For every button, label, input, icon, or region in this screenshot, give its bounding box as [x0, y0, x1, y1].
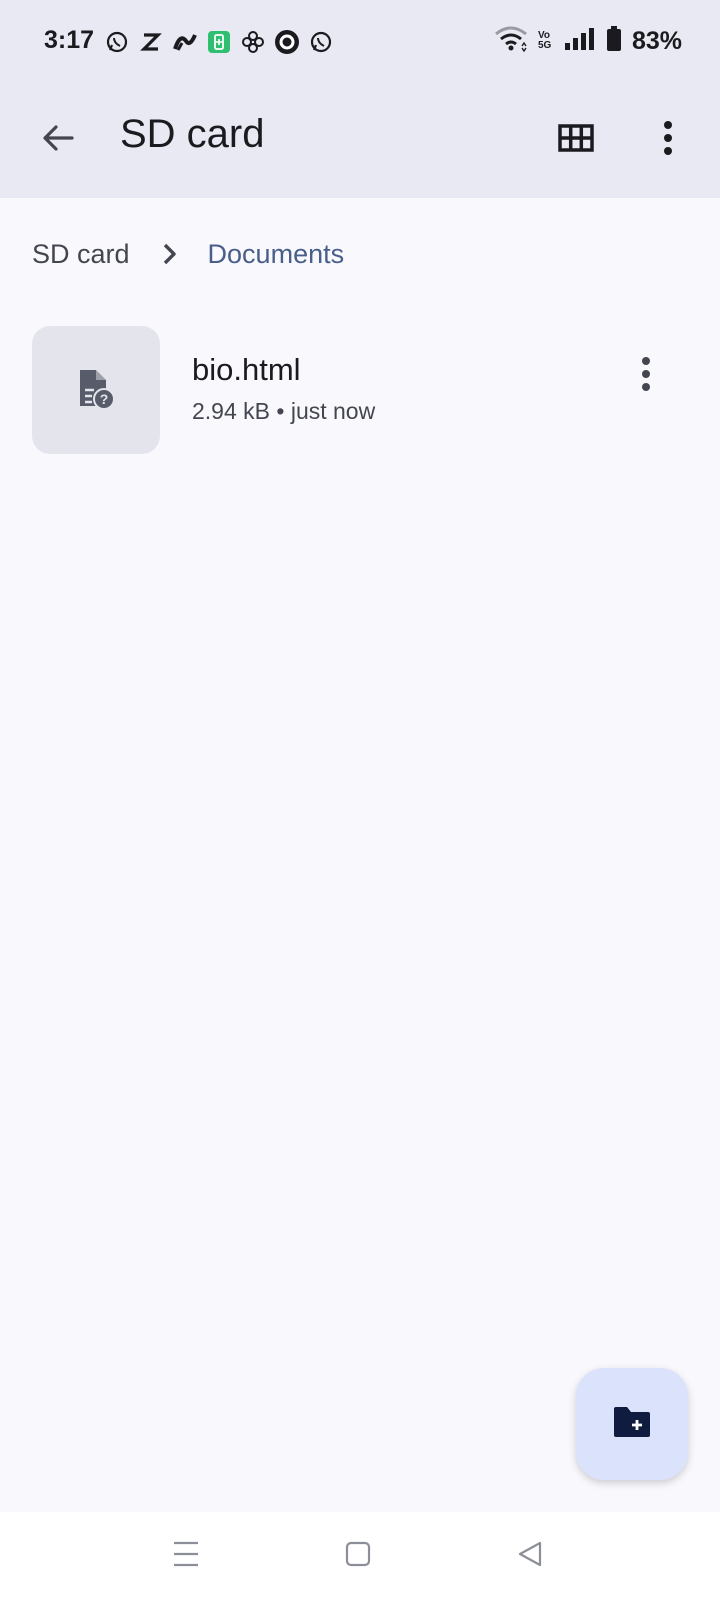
battery-icon [606, 25, 622, 57]
notification-icons [104, 28, 334, 56]
top-app-bar: SD card [0, 84, 720, 198]
more-options-button[interactable] [638, 110, 698, 170]
menu-icon [172, 1541, 200, 1572]
z-app-icon [138, 29, 164, 55]
swirl-app-icon [172, 29, 198, 55]
status-time: 3:17 [44, 26, 95, 54]
more-vert-icon [640, 356, 652, 396]
create-folder-icon [612, 1405, 652, 1444]
signal-icon [564, 27, 596, 56]
battery-percent: 83% [631, 26, 682, 55]
grid-view-icon [558, 123, 594, 157]
battery-saver-icon [206, 29, 232, 55]
grid-view-button[interactable] [546, 110, 606, 170]
recents-button[interactable] [162, 1534, 210, 1578]
file-meta: 2.94 kB • just now [192, 398, 376, 424]
whatsapp-icon [308, 29, 334, 55]
chevron-right-icon [160, 242, 178, 266]
whatsapp-icon [104, 29, 130, 55]
arrow-back-icon [40, 120, 76, 161]
file-name: bio.html [192, 352, 301, 387]
list-item[interactable]: ? bio.html 2.94 kB • just now [0, 318, 720, 454]
system-status-icons: Vo 5G 83% [494, 25, 682, 57]
file-thumbnail: ? [32, 326, 160, 454]
volte-icon: Vo 5G [537, 30, 552, 51]
back-button[interactable] [28, 110, 88, 170]
svg-text:?: ? [100, 391, 109, 407]
back-nav-button[interactable] [506, 1534, 554, 1578]
circle-app-icon [274, 29, 300, 55]
more-vert-icon [662, 120, 674, 160]
breadcrumb: SD card Documents [32, 234, 344, 274]
page-title: SD card [120, 112, 265, 156]
breadcrumb-root[interactable]: SD card [32, 239, 130, 270]
back-icon [516, 1540, 544, 1573]
home-icon [344, 1540, 372, 1573]
breadcrumb-current[interactable]: Documents [208, 239, 345, 270]
pinwheel-icon [240, 29, 266, 55]
system-nav-bar [0, 1512, 720, 1600]
file-more-button[interactable] [618, 348, 674, 404]
wifi-icon [494, 26, 528, 57]
unknown-file-icon: ? [74, 366, 118, 415]
home-button[interactable] [334, 1534, 382, 1578]
create-folder-button[interactable] [576, 1368, 688, 1480]
status-bar: 3:17 Vo 5G 83% [0, 0, 720, 84]
